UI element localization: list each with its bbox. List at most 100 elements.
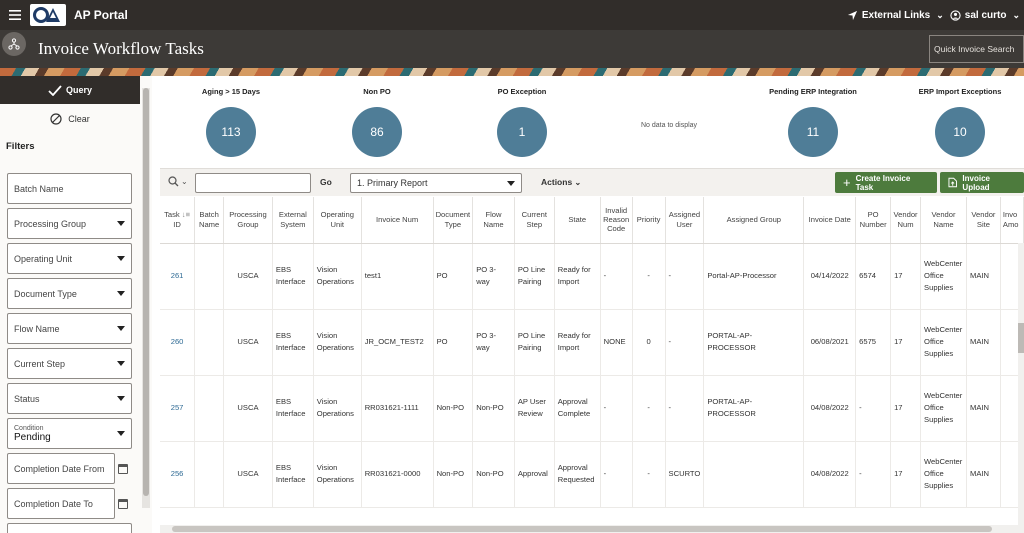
scrollbar-thumb[interactable] [1018,323,1024,353]
column-header-po-number[interactable]: PO Number [855,197,892,244]
assigned-group-cell: PORTAL-AP-PROCESSOR [703,309,805,376]
table-row[interactable]: 260 USCA EBS Interface Vision Operations J… [160,309,1024,376]
invoice-upload-button[interactable]: Invoice Upload [940,172,1024,193]
column-header-flow-name[interactable]: Flow Name [472,197,515,244]
filter-panel-scrollbar[interactable] [142,88,150,508]
task-id-link[interactable]: 256 [160,441,196,508]
actions-menu[interactable]: Actions ⌄ [541,177,581,187]
column-header-vendor-name[interactable]: Vendor Name [920,197,967,244]
column-header-vendor-num[interactable]: Vendor Num [890,197,922,244]
scrollbar-thumb[interactable] [143,88,149,496]
page-title: Invoice Workflow Tasks [38,39,204,58]
caret-down-icon [507,180,515,186]
kpi-value[interactable]: 11 [788,107,838,157]
vendor-num-cell: 17 [890,441,922,508]
table-vertical-scrollbar[interactable] [1018,243,1024,525]
company-logo[interactable] [30,4,66,26]
caret-down-icon [117,256,125,261]
column-header-task-id[interactable]: Task ↓≡ ID [160,197,196,244]
table-row[interactable]: 257 USCA EBS Interface Vision Operations R… [160,375,1024,442]
kpi-value[interactable]: 10 [935,107,985,157]
vendor-site-cell: MAIN [966,441,1001,508]
next-filter-field[interactable] [7,523,132,533]
assigned-group-cell: PORTAL-AP-PROCESSOR [703,375,805,442]
column-header-vendor-site[interactable]: Vendor Site [966,197,1001,244]
document-type-cell: PO [433,309,474,376]
column-header-state[interactable]: State [554,197,601,244]
external-system-cell: EBS Interface [272,375,314,442]
current-step-cell: PO Line Pairing [514,243,555,310]
table-row[interactable]: 261 USCA EBS Interface Vision Operations t… [160,243,1024,310]
document-type-cell: PO [433,243,474,310]
invoice-date-cell: 06/08/2021 [803,309,857,376]
column-header-assigned-group[interactable]: Assigned Group [703,197,805,244]
column-header-operating-unit[interactable]: Operating Unit [313,197,362,244]
column-header-processing-group[interactable]: Processing Group [223,197,273,244]
operating-unit-cell: Vision Operations [313,243,362,310]
kpi-erp-import-exceptions[interactable]: ERP Import Exceptions 10 [910,76,1010,157]
batch-name-input[interactable]: Batch Name [7,173,132,204]
current-step-cell: PO Line Pairing [514,309,555,376]
column-header-external-system[interactable]: External System [272,197,314,244]
kpi-value[interactable]: 86 [352,107,402,157]
task-id-link[interactable]: 257 [160,375,196,442]
calendar-icon[interactable] [118,499,128,509]
processing-group-select[interactable]: Processing Group [7,208,132,239]
column-header-current-step[interactable]: Current Step [514,197,555,244]
completion-date-from-input[interactable]: Completion Date From [7,453,115,484]
report-select[interactable]: 1. Primary Report [350,173,522,193]
quick-invoice-search-input[interactable]: Quick Invoice Search [929,35,1024,63]
clear-button[interactable]: Clear [0,106,140,132]
assigned-group-cell [703,441,805,508]
kpi-po-exception[interactable]: PO Exception 1 [487,76,557,157]
table-row[interactable]: 256 USCA EBS Interface Vision Operations R… [160,441,1024,508]
column-header-assigned-user[interactable]: Assigned User [665,197,705,244]
column-header-invoice-amount[interactable]: Invo Amo [1000,197,1024,244]
column-header-priority[interactable]: Priority [632,197,666,244]
calendar-icon[interactable] [118,464,128,474]
query-button[interactable]: Query [0,76,140,104]
external-links-menu[interactable]: External Links ⌄ [847,10,944,21]
current-step-select[interactable]: Current Step [7,348,132,379]
status-select[interactable]: Status [7,383,132,414]
go-button[interactable]: Go [320,177,332,187]
search-options[interactable]: ⌄ [168,176,188,187]
user-menu[interactable]: sal curto ⌄ [950,10,1020,21]
workflow-icon[interactable] [2,32,26,56]
caret-down-icon [117,326,125,331]
kpi-pending-erp[interactable]: Pending ERP Integration 11 [758,76,868,157]
kpi-value[interactable]: 113 [206,107,256,157]
external-system-cell: EBS Interface [272,243,314,310]
create-invoice-task-label: Create Invoice Task [855,173,911,192]
operating-unit-select[interactable]: Operating Unit [7,243,132,274]
flow-name-cell: Non-PO [472,375,515,442]
vendor-name-cell: WebCenter Office Supplies [920,441,967,508]
checkmark-icon [48,84,62,96]
create-invoice-task-button[interactable]: + Create Invoice Task [835,172,937,193]
column-header-document-type[interactable]: Document Type [433,197,474,244]
column-header-batch-name[interactable]: Batch Name [194,197,225,244]
column-header-invoice-num[interactable]: Invoice Num [361,197,434,244]
flow-name-select[interactable]: Flow Name [7,313,132,344]
condition-select[interactable]: Condition Pending [7,418,132,449]
completion-date-to-input[interactable]: Completion Date To [7,488,115,519]
report-select-value: 1. Primary Report [357,178,428,188]
kpi-non-po[interactable]: Non PO 86 [342,76,412,157]
invalid-reason-cell: - [600,441,633,508]
table-search-input[interactable] [195,173,311,193]
operating-unit-cell: Vision Operations [313,375,362,442]
column-header-invoice-date[interactable]: Invoice Date [803,197,857,244]
menu-icon[interactable] [0,0,30,30]
kpi-value[interactable]: 1 [497,107,547,157]
scrollbar-thumb[interactable] [172,526,992,532]
kpi-aging[interactable]: Aging > 15 Days 113 [196,76,266,157]
table-horizontal-scrollbar[interactable] [160,525,1024,533]
task-id-link[interactable]: 260 [160,309,196,376]
sort-icon[interactable]: ↓≡ [182,210,190,219]
column-header-invalid-reason-code[interactable]: Invalid Reason Code [600,197,633,244]
document-type-select[interactable]: Document Type [7,278,132,309]
task-id-link[interactable]: 261 [160,243,196,310]
app-title[interactable]: AP Portal [74,8,128,22]
clear-label: Clear [68,114,90,124]
batch-name-cell [194,309,225,376]
